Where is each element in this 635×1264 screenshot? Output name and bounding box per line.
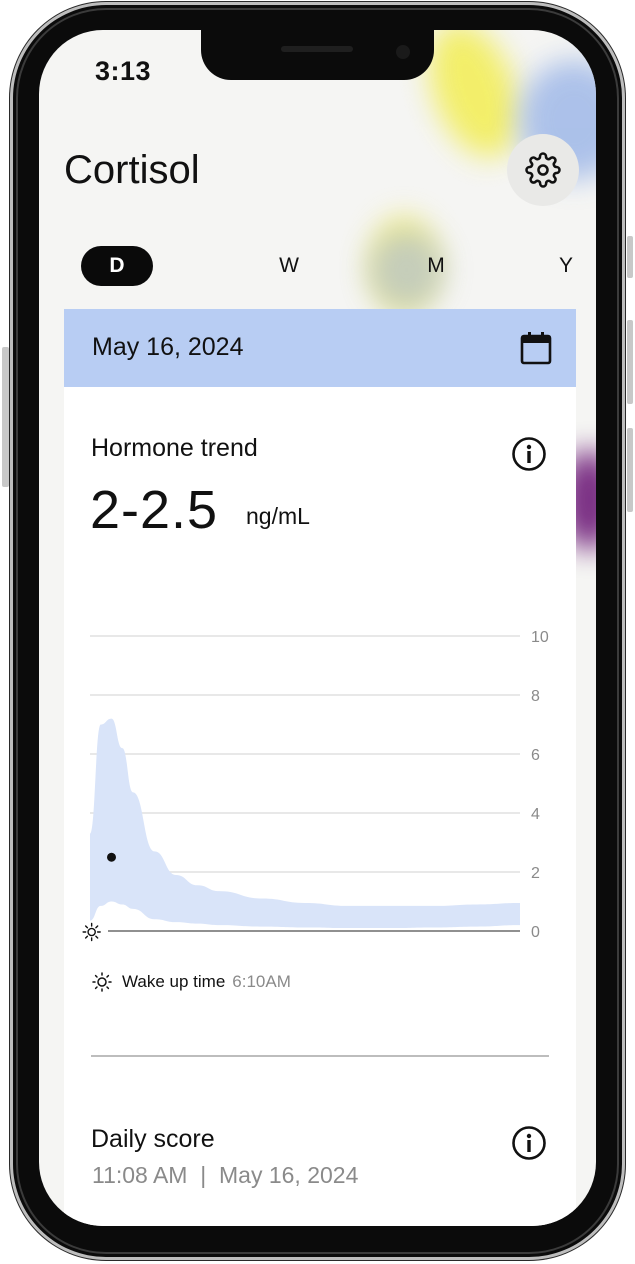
tab-month[interactable]: M bbox=[400, 246, 472, 286]
y-tick-label: 0 bbox=[531, 924, 540, 941]
wake-up-time: 6:10AM bbox=[232, 972, 291, 991]
tab-day[interactable]: D bbox=[81, 246, 153, 286]
selected-date: May 16, 2024 bbox=[92, 333, 244, 361]
sun-ray bbox=[95, 935, 99, 939]
tab-week[interactable]: W bbox=[253, 246, 325, 286]
info-icon[interactable] bbox=[511, 1125, 547, 1161]
wake-marker-sun-icon bbox=[82, 922, 101, 942]
date-bar[interactable]: May 16, 2024 bbox=[64, 309, 576, 387]
calendar-icon[interactable] bbox=[520, 331, 552, 365]
front-camera bbox=[396, 45, 410, 59]
tab-year[interactable]: Y bbox=[530, 246, 596, 286]
y-tick-label: 6 bbox=[531, 747, 540, 764]
daily-score-title: Daily score bbox=[91, 1125, 215, 1153]
sun-ray bbox=[84, 935, 89, 939]
silent-switch bbox=[627, 236, 633, 278]
period-tabs: D W M Y bbox=[81, 246, 573, 286]
trend-title: Hormone trend bbox=[91, 434, 258, 462]
y-tick-label: 8 bbox=[531, 688, 540, 705]
info-icon[interactable] bbox=[511, 436, 547, 472]
status-time: 3:13 bbox=[95, 56, 152, 86]
section-divider bbox=[91, 1055, 549, 1057]
power-button-upper bbox=[627, 320, 633, 404]
cortisol-data-point bbox=[107, 852, 116, 862]
trend-value: 2-2.5 bbox=[90, 480, 219, 540]
cortisol-range-band bbox=[90, 718, 520, 929]
cortisol-chart: 10864206AM12PM6PM12AM bbox=[82, 629, 549, 942]
sun-icon bbox=[92, 972, 112, 992]
phone-screen: 3:13 Cortisol D W M Y May 16, 2024 Hormo… bbox=[39, 30, 596, 1226]
wake-up-label: Wake up time bbox=[122, 972, 226, 991]
sun-ray bbox=[95, 925, 99, 929]
page-title: Cortisol bbox=[64, 148, 200, 192]
sun-core bbox=[87, 927, 96, 937]
power-button-lower bbox=[627, 428, 633, 512]
daily-score-meta: 11:08 AM | May 16, 2024 bbox=[92, 1162, 359, 1188]
hormone-card: Hormone trend 2-2.5 ng/mL 10864206AM12PM… bbox=[64, 387, 576, 1226]
y-tick-label: 10 bbox=[531, 629, 549, 646]
wake-up-row: Wake up time 6:10AM bbox=[92, 972, 291, 992]
settings-button[interactable] bbox=[507, 134, 579, 206]
y-tick-label: 2 bbox=[531, 865, 540, 882]
volume-up-button bbox=[2, 347, 9, 487]
gear-icon bbox=[525, 152, 561, 188]
speaker bbox=[281, 46, 353, 52]
y-tick-label: 4 bbox=[531, 806, 540, 823]
sun-ray bbox=[84, 925, 89, 929]
trend-unit: ng/mL bbox=[246, 503, 310, 529]
